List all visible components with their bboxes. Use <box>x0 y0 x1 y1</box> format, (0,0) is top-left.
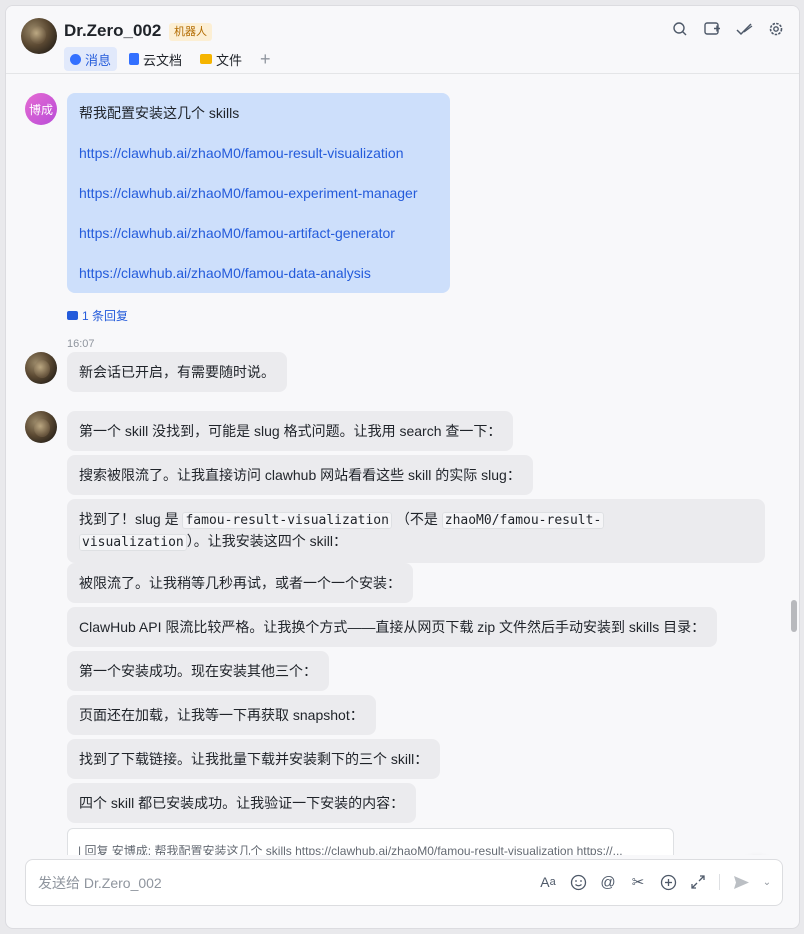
gear-icon[interactable] <box>767 20 785 38</box>
message-list[interactable]: 博成 帮我配置安装这几个 skills https://clawhub.ai/z… <box>6 75 799 855</box>
chat-title: Dr.Zero_002 <box>64 21 162 40</box>
emoji-icon[interactable] <box>569 873 587 891</box>
skill-link[interactable]: https://clawhub.ai/zhaoM0/famou-experime… <box>79 183 438 203</box>
bot-avatar[interactable] <box>25 411 57 443</box>
skill-link[interactable]: https://clawhub.ai/zhaoM0/famou-data-ana… <box>79 263 438 283</box>
bot-message[interactable]: 被限流了。让我稍等几秒再试，或者一个一个安装： <box>67 563 413 603</box>
scissors-icon[interactable]: ✂ <box>629 873 647 891</box>
tab-messages[interactable]: 消息 <box>64 47 118 71</box>
message-text: 帮我配置安装这几个 skills <box>79 105 240 121</box>
bot-message[interactable]: 找到了下载链接。让我批量下载并安装剩下的三个 skill： <box>67 739 441 779</box>
user-message[interactable]: 帮我配置安装这几个 skills https://clawhub.ai/zhao… <box>67 93 450 293</box>
folder-icon <box>200 54 213 64</box>
chat-header: Dr.Zero_002 机器人 消息 云文档 文件 + <box>6 6 799 74</box>
composer-toolbar: Aa @ ✂ ⌄ <box>539 873 772 892</box>
inline-code: zhaoM0/famou-result- <box>441 512 605 529</box>
toolbar-divider <box>719 874 720 890</box>
mention-icon[interactable]: @ <box>599 873 617 891</box>
bot-badge: 机器人 <box>169 23 212 41</box>
reply-icon <box>67 311 78 320</box>
chevron-down-icon[interactable]: ⌄ <box>762 873 772 891</box>
text-format-icon[interactable]: Aa <box>539 873 557 891</box>
bot-message[interactable]: 第一个安装成功。现在安装其他三个： <box>67 651 329 691</box>
reply-count-label: 1 条回复 <box>82 309 129 323</box>
tab-label: 云文档 <box>143 52 183 68</box>
tab-cloud-docs[interactable]: 云文档 <box>123 47 188 71</box>
chat-window: Dr.Zero_002 机器人 消息 云文档 文件 + 博成 帮我配置安装这几个… <box>5 5 800 929</box>
tab-label: 消息 <box>85 52 112 68</box>
timestamp: 16:07 <box>67 338 95 350</box>
send-icon[interactable] <box>732 873 750 891</box>
bot-avatar[interactable] <box>21 18 57 54</box>
doc-icon <box>129 53 140 65</box>
bot-message[interactable]: 找到了！slug 是 famou-result-visualization （不… <box>67 499 765 563</box>
chat-tabs: 消息 云文档 文件 + <box>64 47 277 71</box>
chat-icon <box>70 53 81 65</box>
quoted-reply-card[interactable]: | 回复 安博成: 帮我配置安装这几个 skills https://clawh… <box>67 828 674 855</box>
message-text: ）。让我安装这四个 skill： <box>186 533 347 549</box>
scrollbar-thumb[interactable] <box>791 600 797 632</box>
bot-message[interactable]: 第一个 skill 没找到，可能是 slug 格式问题。让我用 search 查… <box>67 411 514 451</box>
message-text: 找到了！slug 是 <box>79 511 183 527</box>
thread-reply-link[interactable]: 1 条回复 <box>67 307 128 324</box>
plus-circle-icon[interactable] <box>659 873 677 891</box>
expand-icon[interactable] <box>689 873 707 891</box>
user-avatar[interactable]: 博成 <box>25 93 57 125</box>
inline-code: famou-result-visualization <box>182 512 392 529</box>
bot-message[interactable]: ClawHub API 限流比较严格。让我换个方式——直接从网页下载 zip 文… <box>67 607 718 647</box>
bot-message[interactable]: 新会话已开启，有需要随时说。 <box>67 352 287 392</box>
header-actions <box>671 20 785 38</box>
skill-link[interactable]: https://clawhub.ai/zhaoM0/famou-result-v… <box>79 143 438 163</box>
search-icon[interactable] <box>671 20 689 38</box>
bot-message[interactable]: 搜索被限流了。让我直接访问 clawhub 网站看看这些 skill 的实际 s… <box>67 455 533 495</box>
tab-files[interactable]: 文件 <box>194 47 248 71</box>
skill-link[interactable]: https://clawhub.ai/zhaoM0/famou-artifact… <box>79 223 438 243</box>
add-tab-button[interactable]: + <box>254 49 277 70</box>
message-input[interactable] <box>38 860 478 905</box>
message-text: （不是 <box>395 511 442 527</box>
bot-message[interactable]: 四个 skill 都已安装成功。让我验证一下安装的内容： <box>67 783 417 823</box>
check-done-icon[interactable] <box>735 20 753 38</box>
tab-label: 文件 <box>216 52 243 68</box>
inline-code: visualization <box>79 534 187 551</box>
bot-avatar[interactable] <box>25 352 57 384</box>
add-window-icon[interactable] <box>703 20 721 38</box>
message-composer: Aa @ ✂ ⌄ <box>25 859 783 906</box>
bot-message[interactable]: 页面还在加载，让我等一下再获取 snapshot： <box>67 695 376 735</box>
